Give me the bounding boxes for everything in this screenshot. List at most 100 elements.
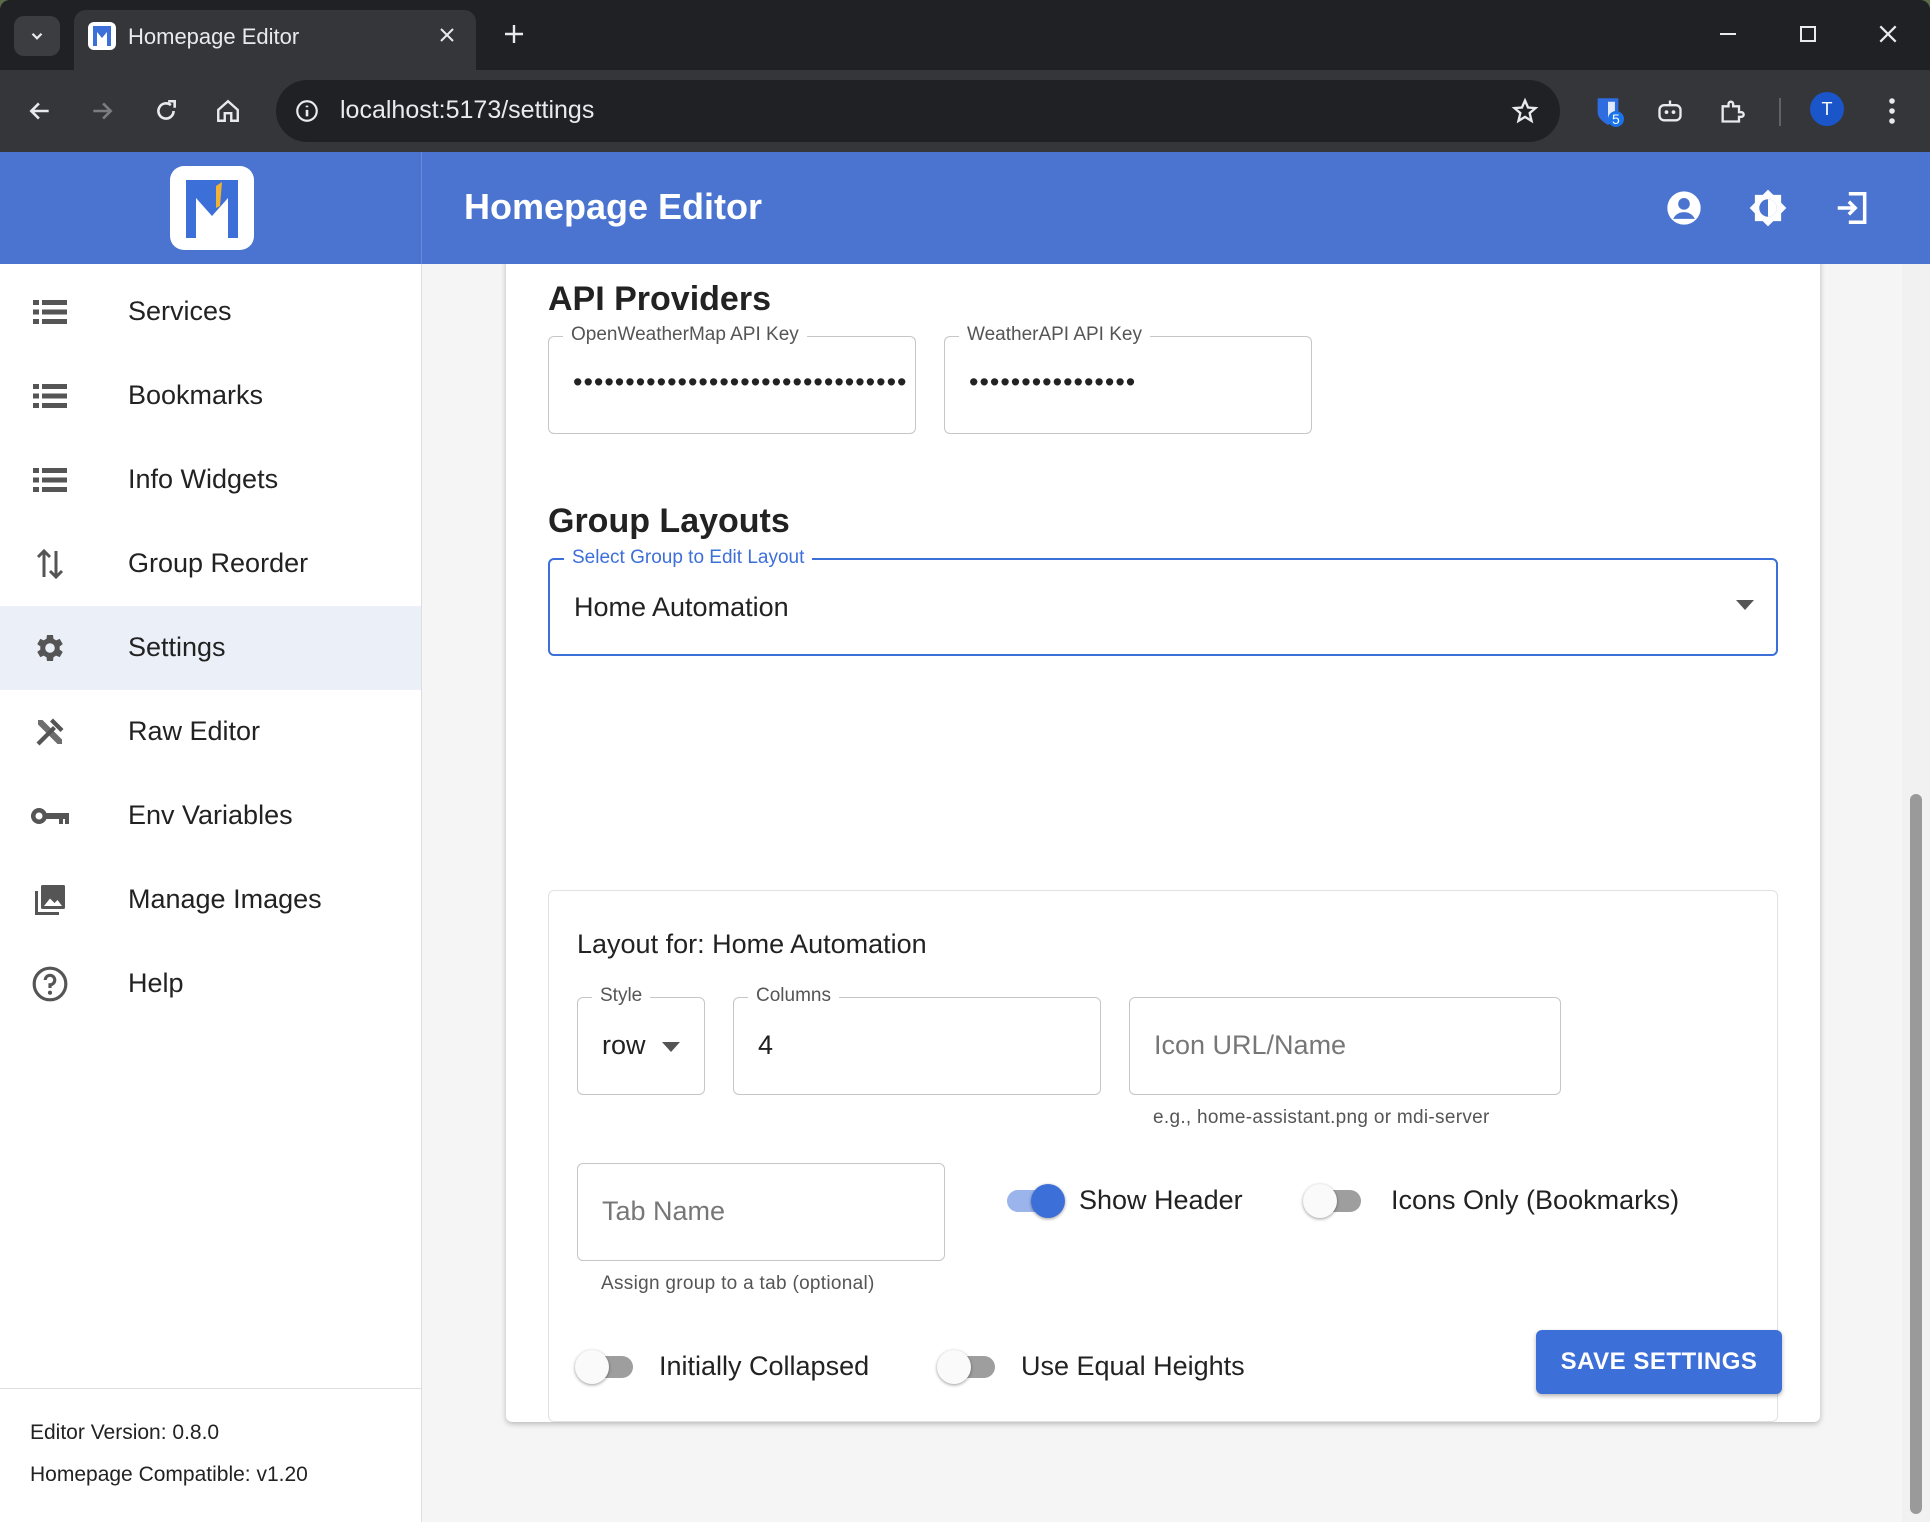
switch-thumb [1303, 1184, 1337, 1218]
tab-title: Homepage Editor [128, 24, 300, 49]
api-providers-title: API Providers [548, 280, 771, 318]
style-value: row [602, 1030, 646, 1060]
openweathermap-key-field[interactable]: OpenWeatherMap API Key •••••••••••••••••… [548, 324, 916, 434]
bookmark-star-icon[interactable] [1508, 94, 1542, 128]
initially-collapsed-switch[interactable] [575, 1347, 639, 1387]
show-header-switch[interactable] [1001, 1181, 1065, 1221]
sidebar-item-label: Help [128, 968, 184, 998]
field-placeholder: Tab Name [602, 1196, 726, 1226]
forward-icon[interactable] [80, 89, 124, 133]
image-icon [30, 880, 70, 920]
list-icon [30, 460, 70, 500]
url-text: localhost:5173/settings [340, 96, 595, 124]
window-close-icon[interactable] [1860, 14, 1916, 54]
sidebar-item-label: Manage Images [128, 884, 322, 914]
browser-window: Homepage Editor localhost:5173/settings … [0, 0, 1930, 1522]
sidebar-item-label: Raw Editor [128, 716, 261, 746]
chevron-down-icon [31, 32, 43, 40]
gear-icon [30, 628, 70, 668]
list-icon [30, 292, 70, 332]
group-layouts-title: Group Layouts [548, 502, 790, 540]
select-group-dropdown[interactable]: Select Group to Edit Layout Home Automat… [548, 547, 1778, 656]
new-tab-icon[interactable] [496, 16, 532, 52]
more-vert-icon[interactable] [1870, 89, 1914, 133]
sidebar-item-group-reorder[interactable]: Group Reorder [0, 522, 421, 606]
icon-helper-text: e.g., home-assistant.png or mdi-server [1153, 1107, 1490, 1128]
field-label: OpenWeatherMap API Key [563, 324, 807, 346]
sidebar-item-services[interactable]: Services [0, 270, 421, 354]
scrollbar-thumb[interactable] [1910, 794, 1922, 1514]
equal-heights-switch[interactable] [937, 1347, 1001, 1387]
tab-close-icon[interactable] [432, 20, 462, 50]
sidebar-item-label: Group Reorder [128, 548, 309, 578]
extensions-puzzle-icon[interactable] [1710, 89, 1754, 133]
field-placeholder: Icon URL/Name [1154, 1030, 1347, 1060]
sidebar-item-bookmarks[interactable]: Bookmarks [0, 354, 421, 438]
field-label: Columns [748, 985, 839, 1007]
weatherapi-key-field[interactable]: WeatherAPI API Key •••••••••••••••• [944, 324, 1312, 434]
tab-name-helper-text: Assign group to a tab (optional) [601, 1273, 875, 1294]
account-circle-icon[interactable] [1660, 184, 1708, 232]
extension-badge: 5 [1608, 111, 1624, 127]
swap-vertical-icon [30, 544, 70, 584]
list-icon [30, 376, 70, 416]
page-scrollbar[interactable] [1902, 264, 1930, 1522]
layout-title: Layout for: Home Automation [577, 929, 927, 959]
reload-icon[interactable] [144, 89, 188, 133]
profile-avatar[interactable]: T [1810, 92, 1844, 126]
columns-value: 4 [758, 1030, 774, 1060]
logout-icon[interactable] [1828, 184, 1876, 232]
show-header-label: Show Header [1079, 1185, 1243, 1215]
sidebar-item-settings[interactable]: Settings [0, 606, 421, 690]
homepage-compatible: Homepage Compatible: v1.20 [30, 1463, 308, 1486]
maximize-icon[interactable] [1780, 14, 1836, 54]
toolbar-separator [1779, 98, 1781, 126]
selected-group-value: Home Automation [574, 592, 789, 622]
browser-toolbar: localhost:5173/settings 5 T [0, 70, 1930, 152]
icons-only-switch[interactable] [1303, 1181, 1367, 1221]
icon-url-input[interactable]: Icon URL/Name [1129, 997, 1561, 1095]
site-info-icon[interactable] [288, 92, 326, 130]
tab-bar: Homepage Editor [0, 0, 1930, 70]
sidebar-item-info-widgets[interactable]: Info Widgets [0, 438, 421, 522]
columns-input[interactable]: Columns 4 [733, 985, 1101, 1095]
back-icon[interactable] [18, 89, 62, 133]
sidebar-footer: Editor Version: 0.8.0 Homepage Compatibl… [0, 1388, 421, 1522]
initially-collapsed-label: Initially Collapsed [659, 1351, 870, 1381]
sidebar-item-env-variables[interactable]: Env Variables [0, 774, 421, 858]
field-value: •••••••••••••••• [969, 367, 1137, 397]
sidebar-item-label: Services [128, 296, 232, 326]
save-settings-button[interactable]: SAVE SETTINGS [1536, 1330, 1782, 1394]
sidebar-item-label: Info Widgets [128, 464, 279, 494]
main-content: API Providers OpenWeatherMap API Key •••… [422, 264, 1902, 1522]
sidebar-item-raw-editor[interactable]: Raw Editor [0, 690, 421, 774]
bitwarden-extension-icon[interactable]: 5 [1586, 89, 1630, 133]
sidebar-item-label: Bookmarks [128, 380, 264, 410]
sidebar-item-manage-images[interactable]: Manage Images [0, 858, 421, 942]
tab-name-input[interactable]: Tab Name [577, 1163, 945, 1261]
editor-version: Editor Version: 0.8.0 [30, 1421, 220, 1444]
equal-heights-label: Use Equal Heights [1021, 1351, 1245, 1381]
switch-thumb [1031, 1184, 1065, 1218]
home-icon[interactable] [206, 89, 250, 133]
sidebar-item-help[interactable]: Help [0, 942, 421, 1026]
logo-zone [0, 152, 422, 264]
sidebar-item-label: Env Variables [128, 800, 293, 830]
sidebar: Services Bookmarks Info Widgets Group Re… [0, 264, 422, 1522]
field-label: Select Group to Edit Layout [564, 547, 813, 569]
robot-extension-icon[interactable] [1648, 89, 1692, 133]
dropdown-arrow-icon [662, 1042, 680, 1052]
tab-search-button[interactable] [14, 16, 60, 56]
dropdown-arrow-icon [1736, 600, 1754, 610]
browser-tab[interactable]: Homepage Editor [74, 10, 476, 70]
app-root: Homepage Editor Services Bookmarks Info … [0, 152, 1930, 1522]
settings-card: API Providers OpenWeatherMap API Key •••… [506, 264, 1820, 1422]
theme-toggle-icon[interactable] [1744, 184, 1792, 232]
style-select[interactable]: Style row [577, 985, 705, 1095]
address-bar[interactable]: localhost:5173/settings [276, 80, 1560, 142]
field-label: WeatherAPI API Key [959, 324, 1150, 346]
app-logo-icon[interactable] [170, 166, 254, 250]
sidebar-item-label: Settings [128, 632, 226, 662]
minimize-icon[interactable] [1700, 14, 1756, 54]
field-value: •••••••••••••••••••••••••••••••• [573, 367, 908, 397]
